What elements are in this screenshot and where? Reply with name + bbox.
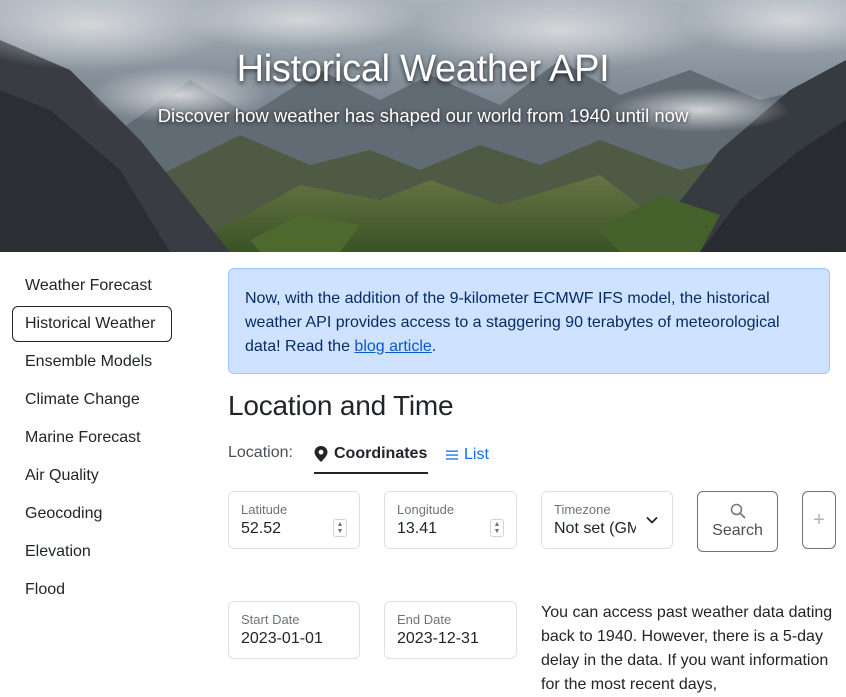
map-pin-icon bbox=[314, 446, 328, 462]
stepper-down-icon: ▼ bbox=[336, 528, 344, 535]
longitude-value[interactable]: 13.41 bbox=[397, 520, 437, 538]
sidebar-item-elevation[interactable]: Elevation bbox=[12, 534, 172, 570]
tab-list-label: List bbox=[464, 446, 489, 463]
add-location-button[interactable]: + bbox=[802, 491, 836, 549]
search-icon bbox=[730, 503, 745, 519]
hero-banner: Historical Weather API Discover how weat… bbox=[0, 0, 846, 252]
sidebar-item-geocoding[interactable]: Geocoding bbox=[12, 496, 172, 532]
latitude-value[interactable]: 52.52 bbox=[241, 520, 281, 538]
start-date-label: Start Date bbox=[241, 612, 300, 627]
tab-list[interactable]: List bbox=[446, 436, 489, 474]
info-alert: Now, with the addition of the 9-kilomete… bbox=[228, 268, 830, 374]
latitude-label: Latitude bbox=[241, 502, 288, 517]
alert-text: Now, with the addition of the 9-kilomete… bbox=[245, 290, 780, 355]
latitude-field[interactable]: Latitude 52.52 ▲ ▼ bbox=[228, 491, 360, 549]
sidebar-item-historical-weather[interactable]: Historical Weather bbox=[12, 306, 172, 342]
tab-coordinates-label: Coordinates bbox=[334, 445, 428, 462]
chevron-down-icon bbox=[646, 517, 658, 524]
longitude-stepper[interactable]: ▲ ▼ bbox=[490, 519, 504, 537]
sidebar-nav: Weather Forecast Historical Weather Ense… bbox=[12, 268, 172, 610]
sidebar-item-air-quality[interactable]: Air Quality bbox=[12, 458, 172, 494]
location-label: Location: bbox=[228, 444, 293, 461]
plus-icon: + bbox=[813, 508, 825, 531]
end-date-label: End Date bbox=[397, 612, 452, 627]
tab-coordinates[interactable]: Coordinates bbox=[314, 436, 428, 474]
end-date-value[interactable]: 2023-12-31 bbox=[397, 630, 479, 648]
sidebar-item-marine-forecast[interactable]: Marine Forecast bbox=[12, 420, 172, 456]
page-title: Historical Weather API bbox=[236, 48, 610, 90]
start-date-field[interactable]: Start Date 2023-01-01 bbox=[228, 601, 360, 659]
list-icon bbox=[446, 450, 458, 460]
data-delay-info: You can access past weather data dating … bbox=[541, 604, 833, 693]
longitude-label: Longitude bbox=[397, 502, 455, 517]
search-button[interactable]: Search bbox=[697, 491, 778, 552]
end-date-field[interactable]: End Date 2023-12-31 bbox=[384, 601, 517, 659]
start-date-value[interactable]: 2023-01-01 bbox=[241, 630, 323, 648]
sidebar-item-climate-change[interactable]: Climate Change bbox=[12, 382, 172, 418]
blog-article-link[interactable]: blog article bbox=[354, 338, 431, 355]
search-button-label: Search bbox=[712, 522, 763, 539]
sidebar-item-ensemble-models[interactable]: Ensemble Models bbox=[12, 344, 172, 380]
timezone-value: Not set (GM bbox=[554, 520, 636, 537]
latitude-stepper[interactable]: ▲ ▼ bbox=[333, 519, 347, 537]
sidebar-item-flood[interactable]: Flood bbox=[12, 572, 172, 608]
sidebar-item-weather-forecast[interactable]: Weather Forecast bbox=[12, 268, 172, 304]
stepper-down-icon: ▼ bbox=[493, 528, 501, 535]
page-subtitle: Discover how weather has shaped our worl… bbox=[157, 105, 689, 126]
timezone-select[interactable]: Timezone Not set (GM bbox=[541, 491, 673, 549]
longitude-field[interactable]: Longitude 13.41 ▲ ▼ bbox=[384, 491, 517, 549]
alert-text-end: . bbox=[431, 338, 437, 355]
stepper-up-icon: ▲ bbox=[493, 521, 501, 528]
timezone-label: Timezone bbox=[554, 502, 611, 517]
section-title: Location and Time bbox=[228, 390, 454, 421]
stepper-up-icon: ▲ bbox=[336, 521, 344, 528]
